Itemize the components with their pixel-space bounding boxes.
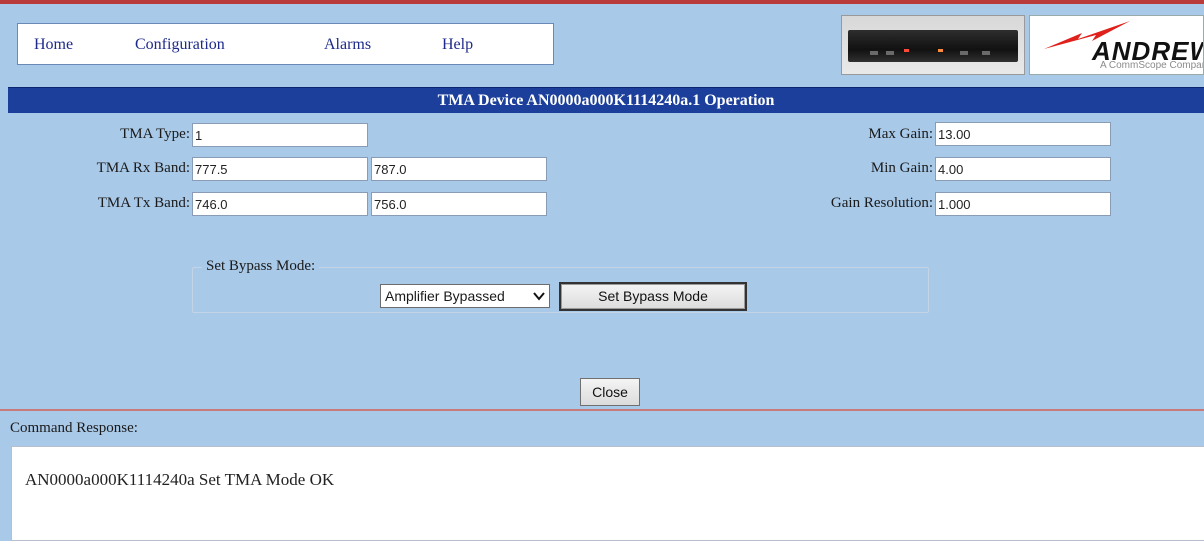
min-gain-field[interactable]: [935, 157, 1111, 181]
divider: [0, 409, 1204, 411]
nav-home-link[interactable]: Home: [34, 36, 73, 54]
tx-band-high-field[interactable]: [371, 192, 547, 216]
command-response-label: Command Response:: [10, 420, 138, 436]
tx-band-label: TMA Tx Band:: [97, 195, 190, 211]
command-response-box: AN0000a000K1114240a Set TMA Mode OK: [11, 446, 1204, 541]
bypass-mode-selected: Amplifier Bypassed: [385, 288, 505, 304]
device-image: [841, 15, 1025, 75]
tma-type-field[interactable]: [192, 123, 368, 147]
max-gain-field[interactable]: [935, 122, 1111, 146]
nav-help-link[interactable]: Help: [442, 36, 473, 54]
gain-resolution-label: Gain Resolution:: [830, 195, 933, 211]
command-response-text: AN0000a000K1114240a Set TMA Mode OK: [25, 470, 335, 489]
tma-type-label: TMA Type:: [120, 126, 190, 142]
tx-band-low-field[interactable]: [192, 192, 368, 216]
min-gain-label: Min Gain:: [870, 160, 933, 176]
bypass-mode-legend: Set Bypass Mode:: [202, 258, 320, 275]
rx-band-label: TMA Rx Band:: [96, 160, 190, 176]
page-title: TMA Device AN0000a000K1114240a.1 Operati…: [8, 87, 1204, 113]
close-button[interactable]: Close: [580, 378, 640, 406]
header: Home Configuration Alarms Help ANDREW A …: [0, 4, 1204, 84]
rx-band-low-field[interactable]: [192, 157, 368, 181]
main-nav: Home Configuration Alarms Help: [17, 23, 554, 65]
chevron-down-icon: [533, 286, 545, 310]
andrew-logo: ANDREW A CommScope Company: [1029, 15, 1204, 75]
logo-subtitle: A CommScope Company: [1100, 60, 1204, 71]
set-bypass-mode-button[interactable]: Set Bypass Mode: [559, 282, 747, 311]
bypass-mode-select[interactable]: Amplifier Bypassed: [380, 284, 550, 308]
nav-alarms-link[interactable]: Alarms: [324, 36, 371, 54]
rx-band-high-field[interactable]: [371, 157, 547, 181]
max-gain-label: Max Gain:: [868, 126, 933, 142]
gain-resolution-field[interactable]: [935, 192, 1111, 216]
nav-configuration-link[interactable]: Configuration: [135, 36, 225, 54]
